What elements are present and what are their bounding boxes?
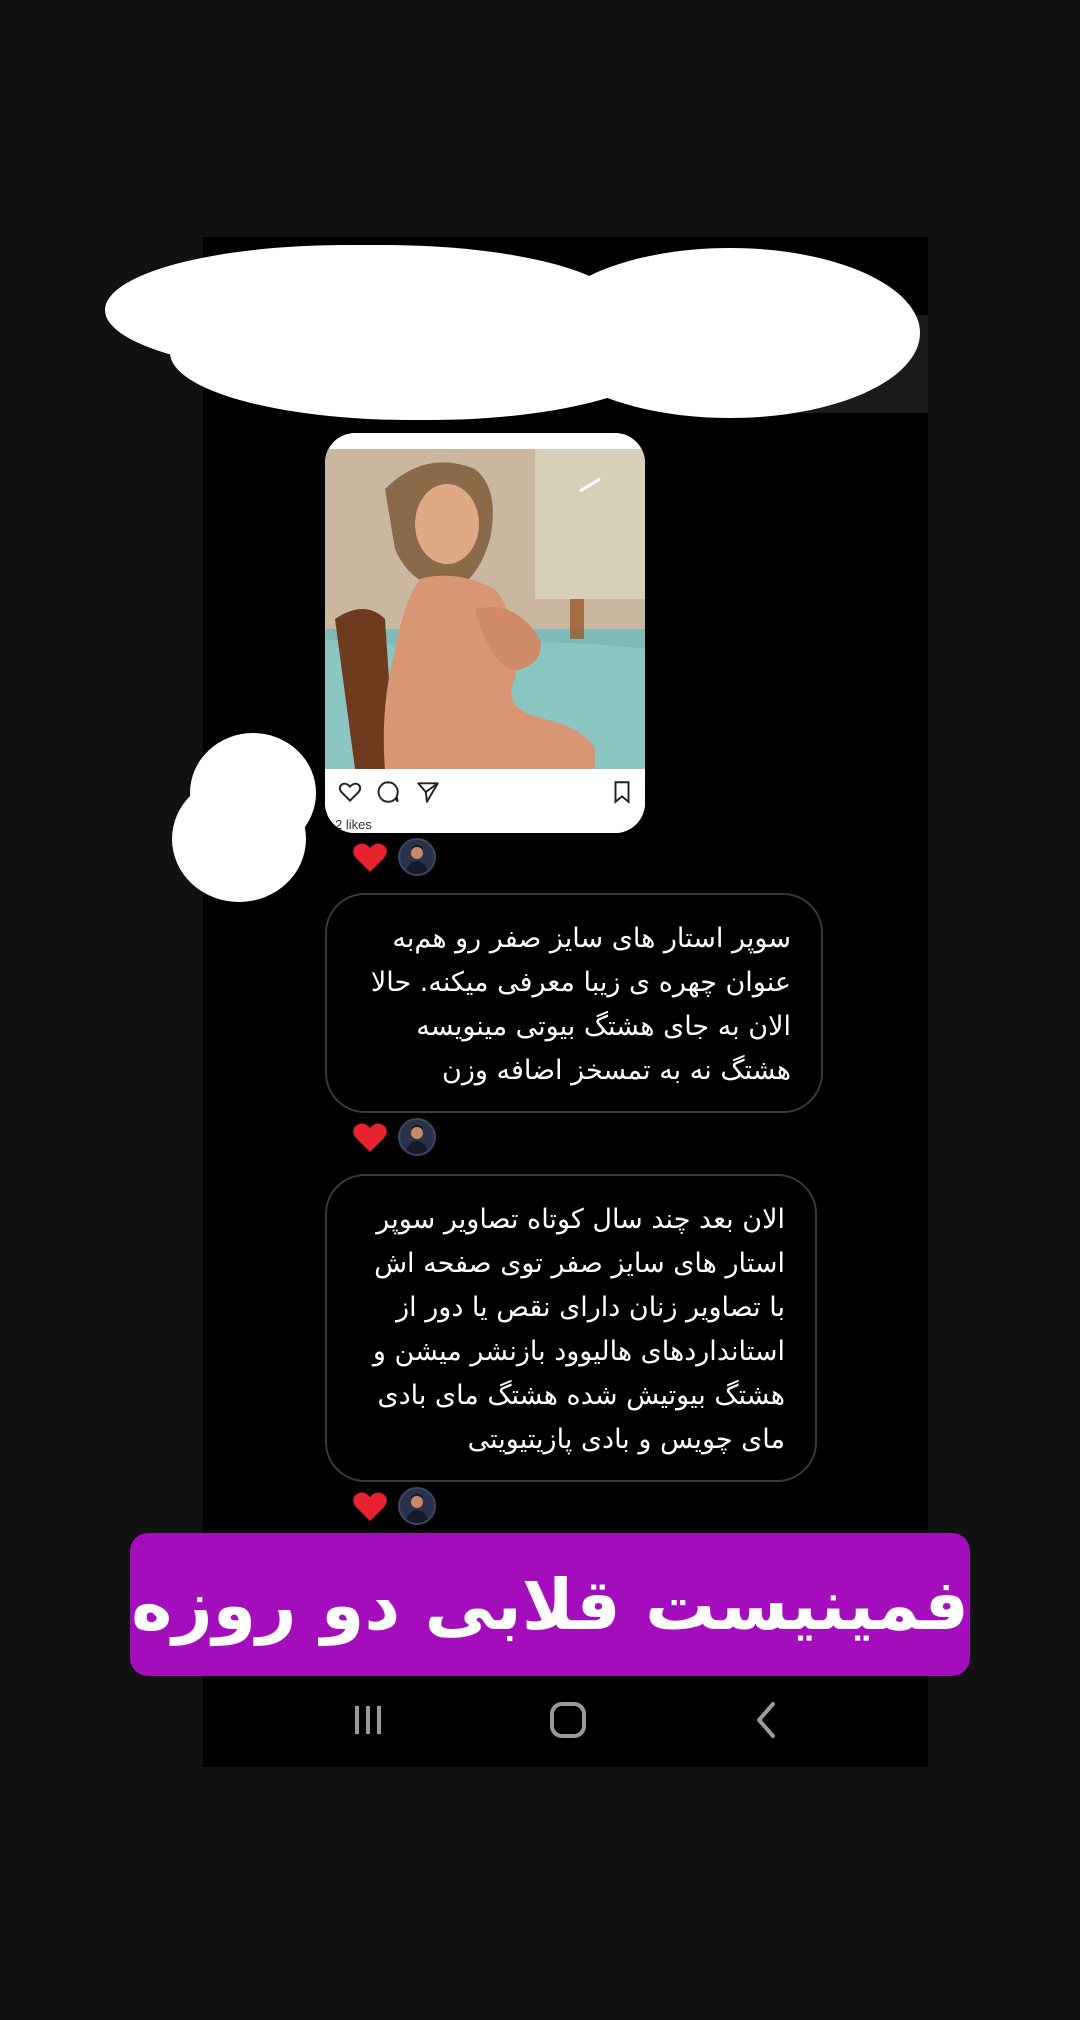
message-bubble[interactable]: الان بعد چند سال کوتاه تصاویر سوپر استار… <box>325 1174 817 1482</box>
message-line: استار های سایز صفر توی صفحه اش <box>374 1248 785 1279</box>
message-reaction[interactable] <box>352 1118 442 1158</box>
bookmark-icon[interactable] <box>609 779 635 805</box>
message-reaction[interactable] <box>352 1487 442 1527</box>
heart-reaction-icon <box>353 843 387 872</box>
message-line: مای چویس و بادی پازیتیویتی <box>467 1424 785 1455</box>
share-icon[interactable] <box>415 779 441 805</box>
avatar-graphic <box>405 844 429 874</box>
message-line: الان بعد چند سال کوتاه تصاویر سوپر <box>376 1204 785 1235</box>
message-bubble[interactable]: سوپر استار های سایز صفر رو هم‌به عنوان چ… <box>325 893 823 1113</box>
system-nav-bar <box>203 1680 928 1760</box>
caption-text: فمینیست قلابی دو روزه <box>131 1563 969 1646</box>
message-line: با تصاویر زنان دارای نقص یا دور از <box>396 1292 785 1323</box>
heart-reaction-icon <box>353 1123 387 1152</box>
back-icon[interactable] <box>743 1698 793 1742</box>
message-line: هشتگ نه به تمسخز اضافه وزن <box>441 1055 791 1086</box>
redaction-blob <box>540 248 920 418</box>
redaction-blob <box>172 776 306 902</box>
avatar-graphic <box>405 1124 429 1154</box>
post-action-bar: 2 likes <box>325 769 645 833</box>
likes-count: 2 likes <box>335 817 372 832</box>
reactor-avatar <box>398 1487 436 1525</box>
reactor-avatar <box>398 1118 436 1156</box>
message-line: الان به جای هشتگ بیوتی مینویسه <box>416 1011 791 1042</box>
comment-icon[interactable] <box>375 779 401 805</box>
message-line: هشتگ بیوتیش شده هشتگ مای بادی <box>377 1380 785 1411</box>
message-line: عنوان چهره ی زیبا معرفی میکنه. حالا <box>370 967 791 998</box>
caption-banner: فمینیست قلابی دو روزه <box>130 1533 970 1676</box>
shared-post-card[interactable]: 2 likes <box>325 433 645 833</box>
message-line: سوپر استار های سایز صفر رو هم‌به <box>392 923 791 954</box>
home-icon[interactable] <box>543 1698 593 1742</box>
recent-apps-icon[interactable] <box>343 1698 393 1742</box>
heart-reaction-icon <box>353 1492 387 1521</box>
message-line: استانداردهای هالیوود بازنشر میشن و <box>372 1336 785 1367</box>
heart-icon[interactable] <box>337 779 363 805</box>
reactor-avatar <box>398 838 436 876</box>
post-photo-graphic <box>325 449 645 769</box>
avatar-graphic <box>405 1493 429 1523</box>
screenshot-canvas: 2 likes سوپر استار های سایز صفر رو هم‌به… <box>0 0 1080 2020</box>
message-reaction[interactable] <box>352 838 442 878</box>
